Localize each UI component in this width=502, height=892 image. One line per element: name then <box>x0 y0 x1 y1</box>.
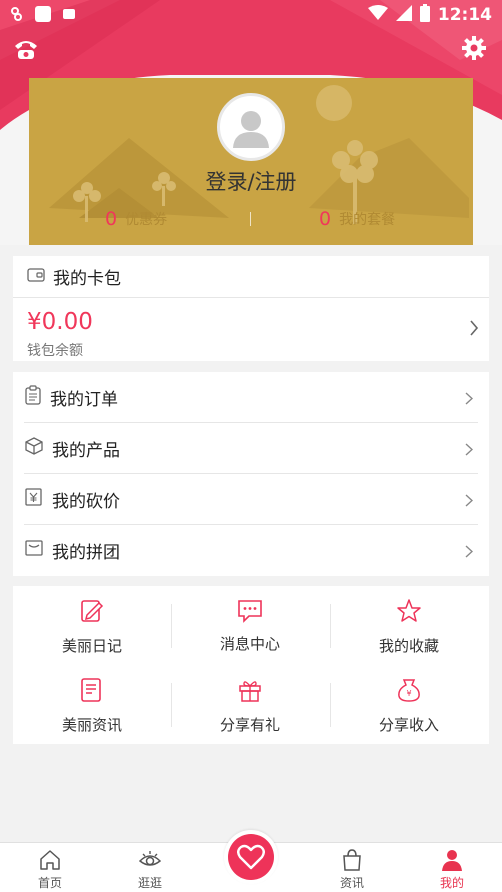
chevron-right-icon <box>469 320 479 340</box>
status-bar: 12:14 <box>0 0 502 28</box>
wallet-amount: ¥0.00 <box>27 309 93 335</box>
feature-grid: 美丽日记 消息中心 我的收藏 美丽资讯 分享有礼 ¥ 分享收入 <box>13 586 489 744</box>
grid-item-label: 美丽资讯 <box>61 716 122 734</box>
box-icon <box>24 436 44 461</box>
wallet-balance-label: 钱包余额 <box>27 343 83 359</box>
grid-item-message-center[interactable]: 消息中心 <box>171 586 329 665</box>
tab-label: 资讯 <box>339 876 364 890</box>
avatar[interactable] <box>217 93 285 161</box>
grid-item-share-gift[interactable]: 分享有礼 <box>171 665 329 744</box>
packages-stat[interactable]: 0 我的套餐 <box>319 208 395 230</box>
list-item-my-group-buys[interactable]: 我的拼团 <box>13 525 489 576</box>
list-item-my-bargains[interactable]: 我的砍价 <box>13 474 489 525</box>
chevron-right-icon <box>465 492 474 512</box>
message-icon <box>237 598 263 624</box>
tab-news[interactable]: 资讯 <box>302 843 402 892</box>
grid-item-label: 美丽日记 <box>61 637 122 655</box>
orders-list: 我的订单 我的产品 我的砍价 我的拼团 <box>13 372 489 576</box>
grid-item-label: 消息中心 <box>219 635 280 653</box>
app-notification-icon <box>34 5 52 27</box>
tab-home[interactable]: 首页 <box>0 843 100 892</box>
list-item-label: 我的拼团 <box>52 543 120 563</box>
gift-icon <box>237 677 263 703</box>
wifi-icon <box>367 5 388 25</box>
bag-icon <box>340 848 364 872</box>
grid-item-label: 我的收藏 <box>378 637 439 655</box>
yen-tag-icon <box>24 487 44 512</box>
money-bag-icon: ¥ <box>396 677 422 703</box>
coupons-stat[interactable]: 0 优惠券 <box>105 208 167 230</box>
svg-text:¥: ¥ <box>406 689 411 698</box>
wallet-icon <box>27 267 45 287</box>
list-item-label: 我的订单 <box>50 390 118 410</box>
list-item-my-orders[interactable]: 我的订单 <box>13 372 489 423</box>
eye-icon <box>138 848 162 872</box>
login-register-link[interactable]: 登录/注册 <box>29 166 473 196</box>
chevron-right-icon <box>465 441 474 461</box>
center-favorite-button[interactable] <box>224 830 278 884</box>
phone-icon[interactable] <box>12 34 40 62</box>
grid-item-share-income[interactable]: ¥ 分享收入 <box>330 665 488 744</box>
clipboard-icon <box>24 385 42 410</box>
home-icon <box>38 848 62 872</box>
packages-label: 我的套餐 <box>339 212 396 228</box>
person-icon <box>440 848 464 872</box>
edit-note-icon <box>79 598 105 624</box>
wallet-title: 我的卡包 <box>53 269 121 289</box>
coupons-count: 0 <box>105 208 118 230</box>
list-item-my-products[interactable]: 我的产品 <box>13 423 489 474</box>
coupons-label: 优惠券 <box>125 212 168 228</box>
tab-label: 我的 <box>439 876 464 890</box>
tab-label: 逛逛 <box>137 876 162 890</box>
status-time: 12:14 <box>437 5 492 25</box>
tab-browse[interactable]: 逛逛 <box>100 843 200 892</box>
stat-divider <box>250 212 251 226</box>
tab-mine[interactable]: 我的 <box>402 843 502 892</box>
wallet-header: 我的卡包 <box>13 256 489 298</box>
envelope-icon <box>24 539 44 562</box>
grid-item-label: 分享有礼 <box>219 716 280 734</box>
default-avatar-icon <box>233 111 269 148</box>
grid-item-my-favorites[interactable]: 我的收藏 <box>330 586 488 665</box>
wallet-card[interactable]: 我的卡包 ¥0.00 钱包余额 <box>13 256 489 361</box>
battery-icon <box>419 4 430 26</box>
tab-label: 首页 <box>37 876 62 890</box>
grid-item-label: 分享收入 <box>378 716 439 734</box>
chevron-right-icon <box>465 390 474 410</box>
signal-icon <box>395 5 412 25</box>
message-notification-icon <box>62 7 76 25</box>
list-item-label: 我的产品 <box>52 441 120 461</box>
chevron-right-icon <box>465 543 474 563</box>
news-icon <box>79 677 105 703</box>
notification-icon <box>10 6 24 26</box>
packages-count: 0 <box>319 208 332 230</box>
star-icon <box>396 598 422 624</box>
list-item-label: 我的砍价 <box>52 492 120 512</box>
profile-card[interactable]: 登录/注册 0 优惠券 0 我的套餐 <box>29 78 473 245</box>
gear-icon[interactable] <box>460 34 488 62</box>
grid-item-beauty-diary[interactable]: 美丽日记 <box>13 586 171 665</box>
heart-icon <box>237 844 265 870</box>
grid-item-beauty-news[interactable]: 美丽资讯 <box>13 665 171 744</box>
